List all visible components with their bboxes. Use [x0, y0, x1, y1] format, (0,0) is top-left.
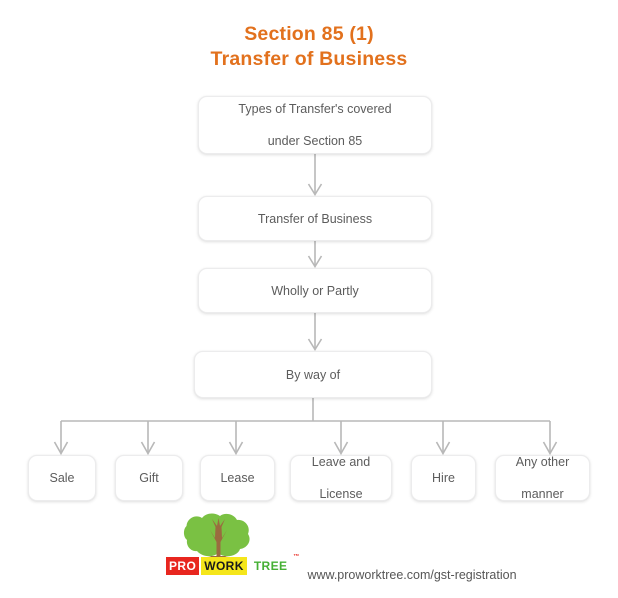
tree-icon: [183, 513, 250, 561]
connector-byway-to-bus: [61, 398, 550, 422]
node-branch-sale: Sale: [28, 455, 96, 501]
connector-transfer-to-wholly: [307, 241, 323, 269]
logo-word-work: WORK: [201, 557, 247, 575]
connector-drop-leave-and-license: [333, 421, 349, 456]
connector-drop-hire: [435, 421, 451, 456]
page-title: Section 85 (1) Transfer of Business: [0, 22, 618, 72]
trademark-icon: ™: [293, 554, 300, 560]
footer: PRO WORK TREE ™ www.proworktree.com/gst-…: [0, 512, 618, 598]
connector-drop-any-other-manner: [542, 421, 558, 456]
logo-word-tree-text: TREE: [253, 559, 288, 573]
node-types-of-transfer: Types of Transfer's covered under Sectio…: [198, 96, 432, 154]
node-branch-gift: Gift: [115, 455, 183, 501]
node-types-line-1: Types of Transfer's covered: [238, 102, 392, 116]
proworktree-logo: PRO WORK TREE ™: [166, 512, 299, 578]
title-line-1: Section 85 (1): [244, 23, 374, 45]
node-branch-lease-label: Lease: [220, 471, 255, 485]
node-wholly-or-partly: Wholly or Partly: [198, 268, 432, 313]
node-branch-any-other-manner: Any other manner: [495, 455, 590, 501]
connector-wholly-to-byway: [307, 313, 323, 352]
node-branch-gift-label: Gift: [139, 471, 159, 485]
node-branch-leave-and-license: Leave and License: [290, 455, 392, 501]
title-line-2: Transfer of Business: [210, 48, 408, 70]
node-by-way-of: By way of: [194, 351, 432, 398]
node-branch-leave-line-1: Leave and: [311, 455, 371, 469]
node-branch-any-line-1: Any other: [515, 455, 570, 469]
website-url: www.proworktree.com/gst-registration: [307, 568, 517, 582]
node-transfer-of-business: Transfer of Business: [198, 196, 432, 241]
logo-wordmark: PRO WORK TREE ™: [166, 554, 299, 575]
node-branch-sale-label: Sale: [49, 471, 75, 485]
node-branch-hire: Hire: [411, 455, 476, 501]
connector-drop-sale: [53, 421, 69, 456]
node-byway-label: By way of: [285, 367, 341, 382]
connector-drop-lease: [228, 421, 244, 456]
node-branch-hire-label: Hire: [432, 471, 455, 485]
node-branch-lease: Lease: [200, 455, 275, 501]
logo-word-pro: PRO: [166, 557, 200, 575]
node-branch-any-line-2: manner: [521, 487, 564, 501]
node-transfer-label: Transfer of Business: [257, 211, 373, 226]
connector-drop-gift: [140, 421, 156, 456]
logo-word-tree: TREE ™: [251, 554, 300, 575]
node-wholly-label: Wholly or Partly: [271, 283, 359, 298]
connector-types-to-transfer: [307, 154, 323, 197]
node-branch-leave-line-2: License: [319, 487, 363, 501]
diagram-canvas: Section 85 (1) Transfer of Business Type…: [0, 0, 618, 598]
node-types-line-2: under Section 85: [267, 134, 363, 148]
